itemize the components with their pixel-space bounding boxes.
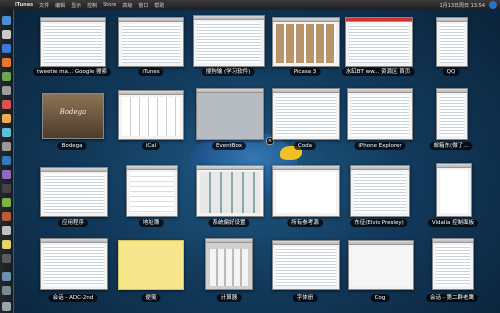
window-thumbnail[interactable] bbox=[118, 240, 184, 290]
folder-icon[interactable] bbox=[2, 272, 11, 281]
window-thumbnail[interactable] bbox=[40, 167, 108, 217]
window-label[interactable]: 邮箱东(微了... bbox=[429, 142, 473, 150]
picasa-icon[interactable] bbox=[2, 198, 11, 207]
itunes-icon[interactable] bbox=[2, 128, 11, 137]
spotlight-icon[interactable] bbox=[489, 1, 497, 9]
window-thumbnail[interactable] bbox=[118, 17, 184, 67]
window-label[interactable]: iPhone Explorer bbox=[354, 142, 406, 150]
window-label[interactable]: 东征(Elvis Presley) bbox=[350, 219, 408, 227]
window-thumbnail[interactable] bbox=[436, 17, 468, 67]
window-thumbnail[interactable] bbox=[350, 165, 410, 217]
cog-icon[interactable] bbox=[2, 254, 11, 263]
messages-icon[interactable] bbox=[2, 72, 11, 81]
ical-icon[interactable] bbox=[2, 100, 11, 109]
window-label[interactable]: iCal bbox=[141, 142, 161, 150]
window-thumbnail[interactable] bbox=[432, 238, 474, 290]
window-label[interactable]: 系统偏好设置 bbox=[208, 219, 250, 227]
menu-controls[interactable]: 控制 bbox=[84, 2, 100, 9]
dashboard-icon[interactable] bbox=[2, 30, 11, 39]
finder-icon[interactable] bbox=[2, 16, 11, 25]
window-label[interactable]: 会话 - ADC-2nd bbox=[48, 294, 98, 302]
qq-icon[interactable] bbox=[2, 156, 11, 165]
bodega-icon[interactable] bbox=[2, 212, 11, 221]
window-label[interactable]: Cog bbox=[370, 294, 390, 302]
window-label[interactable]: EventBox bbox=[212, 142, 246, 150]
window-thumbnail[interactable] bbox=[193, 15, 265, 67]
menu-clock[interactable]: 1月13日周日 13:54 bbox=[439, 2, 485, 9]
window-label[interactable]: Coda bbox=[293, 142, 317, 150]
window-label[interactable]: 搜狗输 (学习软件) bbox=[201, 68, 255, 76]
window-thumbnail[interactable] bbox=[436, 163, 472, 217]
window-thumbnail[interactable] bbox=[196, 88, 264, 140]
window-thumbnail[interactable] bbox=[272, 88, 340, 140]
window-thumbnail[interactable] bbox=[345, 17, 413, 67]
window-thumbnail[interactable] bbox=[196, 165, 264, 217]
firefox-icon[interactable] bbox=[2, 58, 11, 67]
window-thumbnail[interactable] bbox=[40, 17, 106, 67]
window-label[interactable]: 所有参考源 bbox=[287, 219, 323, 227]
window-thumbnail[interactable] bbox=[118, 90, 184, 140]
window-thumbnail[interactable] bbox=[126, 165, 178, 217]
window-label[interactable]: 应用程序 bbox=[57, 219, 89, 227]
stickies-icon[interactable] bbox=[2, 240, 11, 249]
addressbook-icon[interactable] bbox=[2, 114, 11, 123]
window-thumbnail[interactable] bbox=[40, 238, 108, 290]
window-label[interactable]: 计算器 bbox=[216, 294, 242, 302]
window-label[interactable]: 水缸BT ww... 资源区 首页 bbox=[341, 68, 415, 76]
dock bbox=[0, 10, 14, 313]
window-label[interactable]: 便笺 bbox=[141, 294, 161, 302]
preferences-icon[interactable] bbox=[2, 142, 11, 151]
menu-app-name[interactable]: iTunes bbox=[12, 2, 36, 8]
window-thumbnail[interactable] bbox=[205, 238, 253, 290]
window-label[interactable]: iTunes bbox=[138, 68, 164, 76]
window-label[interactable]: QQ bbox=[442, 68, 460, 76]
window-label[interactable]: 会话 - 第二群老鹰 bbox=[426, 294, 478, 302]
bodega-logo: Bodega bbox=[59, 108, 87, 116]
window-label[interactable]: 字体册 bbox=[292, 294, 318, 302]
menu-store[interactable]: Store bbox=[100, 2, 119, 8]
window-thumbnail[interactable] bbox=[436, 88, 468, 140]
window-label[interactable]: Vidalia 控制面板 bbox=[427, 219, 479, 227]
menu-window[interactable]: 窗口 bbox=[135, 2, 151, 9]
window-thumbnail[interactable] bbox=[347, 88, 413, 140]
terminal-icon[interactable] bbox=[2, 184, 11, 193]
documents-icon[interactable] bbox=[2, 286, 11, 295]
window-label[interactable]: 地址簿 bbox=[138, 219, 164, 227]
menu-file[interactable]: 文件 bbox=[36, 2, 52, 9]
window-thumbnail[interactable] bbox=[272, 17, 340, 67]
window-thumbnail[interactable] bbox=[272, 165, 340, 217]
menu-advanced[interactable]: 高级 bbox=[119, 2, 135, 9]
window-label[interactable]: tweetie ma... Google 搜索 bbox=[32, 68, 112, 76]
window-label[interactable]: Picasa 3 bbox=[289, 68, 321, 76]
mail-icon[interactable] bbox=[2, 86, 11, 95]
window-thumbnail[interactable]: Bodega bbox=[42, 93, 104, 139]
menu-bar: iTunes 文件 编辑 显示 控制 Store 高级 窗口 帮助 1月13日周… bbox=[0, 0, 500, 10]
menu-edit[interactable]: 编辑 bbox=[52, 2, 68, 9]
coda-icon[interactable] bbox=[2, 170, 11, 179]
window-label[interactable]: Bodega bbox=[57, 142, 87, 150]
window-thumbnail[interactable] bbox=[348, 240, 414, 290]
calculator-icon[interactable] bbox=[2, 226, 11, 235]
trash-icon[interactable] bbox=[2, 302, 11, 311]
menu-view[interactable]: 显示 bbox=[68, 2, 84, 9]
menu-help[interactable]: 帮助 bbox=[151, 2, 167, 9]
safari-icon[interactable] bbox=[2, 44, 11, 53]
window-thumbnail[interactable] bbox=[272, 240, 340, 290]
